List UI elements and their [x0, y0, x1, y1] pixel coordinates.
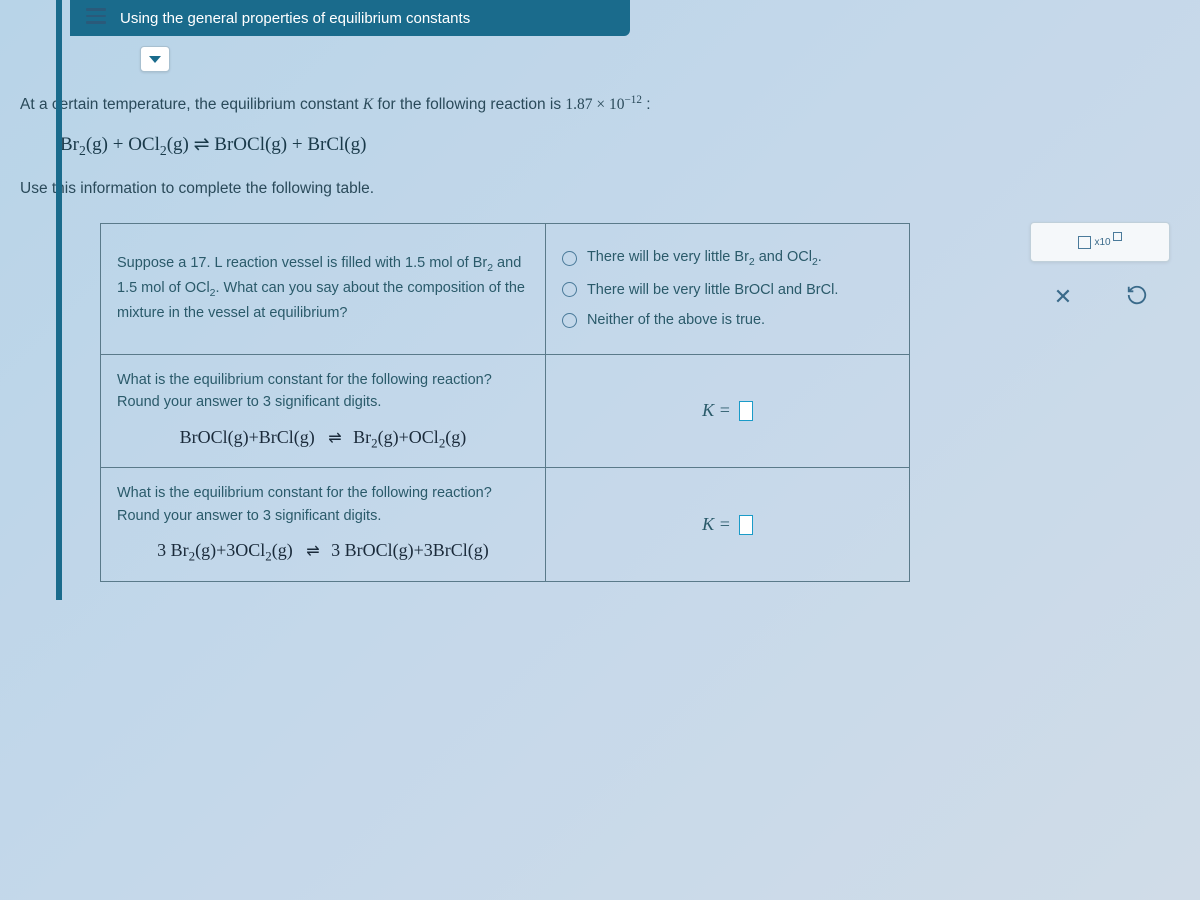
instruction-text: Use this information to complete the fol… [20, 176, 1180, 202]
row2-answer-cell: K = [545, 354, 909, 468]
close-icon: ✕ [1054, 284, 1072, 310]
row2-equation: BrOCl(g)+BrCl(g) ⇌ Br2(g)+OCl2(g) [117, 424, 529, 454]
radio-icon[interactable] [562, 282, 577, 297]
radio-icon[interactable] [562, 251, 577, 266]
clear-button[interactable]: ✕ [1046, 280, 1080, 314]
intro-text-a: At a certain temperature, the equilibriu… [20, 96, 363, 113]
question-table: Suppose a 17. L reaction vessel is fille… [100, 223, 910, 582]
problem-intro: At a certain temperature, the equilibriu… [20, 91, 1180, 119]
row3-equation: 3 Br2(g)+3OCl2(g) ⇌ 3 BrOCl(g)+3BrCl(g) [117, 537, 529, 567]
menu-hamburger-icon[interactable] [86, 8, 106, 24]
table-row: Suppose a 17. L reaction vessel is fille… [101, 223, 910, 354]
intro-text-b: for the following reaction is [373, 96, 565, 113]
option-2-label: There will be very little BrOCl and BrCl… [587, 279, 838, 301]
tool-panel: x10 ✕ [1030, 222, 1170, 322]
row3-answer-cell: K = [545, 468, 909, 582]
k-equals-label: K = [702, 511, 731, 539]
option-3[interactable]: Neither of the above is true. [562, 309, 893, 331]
option-3-label: Neither of the above is true. [587, 309, 765, 331]
sci-exponent-icon [1113, 232, 1122, 241]
radio-icon[interactable] [562, 313, 577, 328]
intro-text-c: : [642, 96, 651, 113]
k-symbol: K [363, 96, 373, 113]
row1-prompt-cell: Suppose a 17. L reaction vessel is fille… [101, 223, 546, 354]
k-value: 1.87 × 10 [565, 96, 624, 113]
section-title: Using the general properties of equilibr… [120, 10, 470, 27]
undo-icon [1126, 284, 1148, 311]
row1-answer-cell: There will be very little Br2 and OCl2. … [545, 223, 909, 354]
chevron-down-icon [149, 56, 161, 63]
reset-button[interactable] [1120, 280, 1154, 314]
row1-prompt-a: Suppose a 17. L reaction vessel is fille… [117, 255, 487, 271]
table-row: What is the equilibrium constant for the… [101, 354, 910, 468]
table-row: What is the equilibrium constant for the… [101, 468, 910, 582]
option-1[interactable]: There will be very little Br2 and OCl2. [562, 246, 893, 271]
row3-prompt-cell: What is the equilibrium constant for the… [101, 468, 546, 582]
row2-prompt-cell: What is the equilibrium constant for the… [101, 354, 546, 468]
main-equation: Br2(g) + OCl2(g) ⇌ BrOCl(g) + BrCl(g) [60, 133, 1180, 159]
option-1-label: There will be very little Br2 and OCl2. [587, 246, 822, 271]
accent-gutter [56, 0, 62, 600]
k-exponent: −12 [625, 94, 642, 106]
answer-input[interactable] [739, 515, 753, 535]
row2-prompt: What is the equilibrium constant for the… [117, 369, 529, 414]
expand-button[interactable] [140, 46, 170, 72]
scientific-notation-button[interactable]: x10 [1030, 222, 1170, 262]
k-equals-label: K = [702, 397, 731, 425]
row3-prompt: What is the equilibrium constant for the… [117, 482, 529, 527]
sci-mantissa-icon [1078, 236, 1091, 249]
option-2[interactable]: There will be very little BrOCl and BrCl… [562, 279, 893, 301]
section-header: Using the general properties of equilibr… [70, 0, 630, 36]
answer-input[interactable] [739, 401, 753, 421]
sci-x10-label: x10 [1094, 237, 1110, 248]
